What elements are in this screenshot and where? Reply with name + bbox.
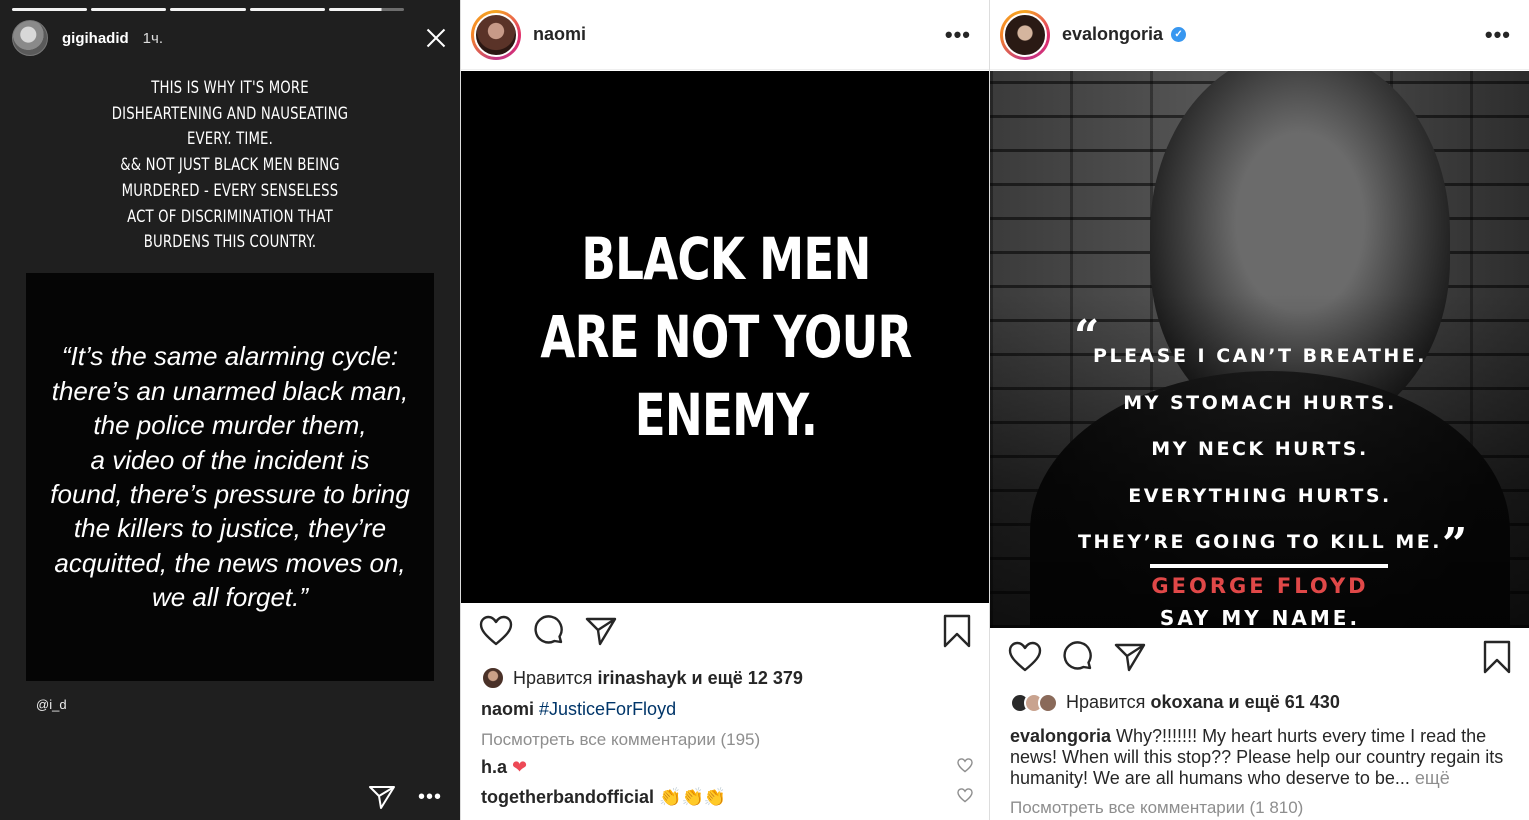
- story-progress-bar: [12, 8, 405, 11]
- progress-segment-current: [328, 8, 405, 11]
- avatar[interactable]: [1000, 9, 1050, 60]
- more-options-icon[interactable]: •••: [1485, 23, 1511, 46]
- caption-username[interactable]: evalongoria: [1010, 726, 1111, 746]
- post-caption: naomi #JusticeForFloyd: [481, 699, 969, 720]
- likes-label: Нравится: [513, 667, 593, 688]
- quote-text: “It’s the same alarming cycle: there’s a…: [50, 341, 410, 613]
- caption-username[interactable]: naomi: [481, 699, 534, 719]
- verified-badge-icon: ✓: [1171, 27, 1187, 42]
- progress-segment: [170, 8, 246, 11]
- avatar[interactable]: [481, 666, 505, 690]
- story-footer: •••: [368, 784, 442, 810]
- post-evalongoria: evalongoria ✓ ••• “ PLEASE I CAN’T BREAT…: [989, 0, 1529, 820]
- view-all-comments-link[interactable]: Посмотреть все комментарии (195): [481, 730, 760, 750]
- post-image: “ PLEASE I CAN’T BREATHE. MY STOMACH HUR…: [990, 71, 1529, 628]
- comment-row: h.a ❤: [481, 757, 973, 778]
- quote-line: MY STOMACH HURTS.: [1123, 391, 1397, 414]
- bookmark-icon[interactable]: [943, 614, 971, 648]
- progress-segment: [91, 8, 167, 11]
- story-username[interactable]: gigihadid: [62, 30, 129, 47]
- image-name: GEORGE FLOYD: [1151, 574, 1369, 598]
- comment-row: togetherbandofficial 👏👏👏: [481, 787, 973, 808]
- post-image: BLACK MEN ARE NOT YOUR ENEMY.: [461, 71, 989, 603]
- likes-count[interactable]: и ещё 12 379: [692, 668, 803, 689]
- post-actions: [461, 614, 989, 648]
- heart-icon[interactable]: [957, 757, 973, 778]
- heart-icon[interactable]: [479, 615, 513, 647]
- likes-label: Нравится: [1066, 692, 1146, 712]
- bookmark-icon[interactable]: [1483, 640, 1511, 674]
- story-mention[interactable]: @i_d: [36, 697, 67, 712]
- likes-row: Нравится irinashayk и ещё 12 379: [481, 666, 803, 690]
- more-options-icon[interactable]: •••: [418, 787, 442, 807]
- story-timestamp: 1ч.: [142, 29, 163, 47]
- post-header: evalongoria ✓ •••: [990, 0, 1529, 70]
- share-icon[interactable]: [1114, 642, 1146, 672]
- more-options-icon[interactable]: •••: [945, 23, 971, 46]
- likes-username[interactable]: okoxana: [1150, 692, 1223, 713]
- send-icon[interactable]: [368, 784, 396, 810]
- story-header: gigihadid 1ч.: [12, 20, 450, 56]
- comment-icon[interactable]: [533, 615, 565, 647]
- progress-segment: [249, 8, 325, 11]
- image-tagline: SAY MY NAME.: [1159, 606, 1361, 628]
- heart-icon[interactable]: [1008, 641, 1042, 673]
- quote-line: PLEASE I CAN’T BREATHE.: [1093, 345, 1427, 367]
- comment-username[interactable]: h.a: [481, 757, 507, 778]
- avatar[interactable]: [471, 9, 521, 60]
- avatar[interactable]: [1038, 692, 1058, 713]
- post-caption: evalongoria Why?!!!!!!! My heart hurts e…: [1010, 726, 1509, 789]
- comment-icon[interactable]: [1062, 641, 1094, 673]
- post-naomi: naomi ••• BLACK MEN ARE NOT YOUR ENEMY. …: [460, 0, 989, 820]
- quote-card: “It’s the same alarming cycle: there’s a…: [26, 273, 434, 681]
- close-icon[interactable]: [422, 24, 450, 52]
- divider: [1150, 564, 1388, 568]
- likes-row: Нравится okoxana и ещё 61 430: [1010, 692, 1340, 713]
- story-panel: gigihadid 1ч. THIS IS WHY IT'S MORE DISH…: [0, 0, 460, 820]
- post-username[interactable]: naomi: [533, 24, 586, 45]
- post-actions: [990, 640, 1529, 674]
- comment-username[interactable]: togetherbandofficial: [481, 787, 654, 808]
- share-icon[interactable]: [585, 616, 617, 646]
- caption-more-link[interactable]: ещё: [1415, 768, 1450, 788]
- progress-segment: [12, 8, 88, 11]
- hashtag-link[interactable]: #JusticeForFloyd: [539, 699, 676, 719]
- post-header: naomi •••: [461, 0, 989, 70]
- story-caption: THIS IS WHY IT'S MORE DISHEARTENING AND …: [111, 78, 349, 253]
- view-all-comments-link[interactable]: Посмотреть все комментарии (1 810): [1010, 798, 1303, 818]
- image-text: BLACK MEN ARE NOT YOUR ENEMY.: [539, 225, 912, 449]
- post-username[interactable]: evalongoria: [1062, 24, 1163, 45]
- close-quote-mark: ”: [1442, 519, 1468, 570]
- likes-count[interactable]: и ещё 61 430: [1229, 692, 1340, 713]
- quote-line: EVERYTHING HURTS.: [1128, 484, 1392, 507]
- quote-line: MY NECK HURTS.: [1151, 438, 1369, 460]
- comment-text: 👏👏👏: [659, 787, 727, 807]
- heart-icon[interactable]: [957, 787, 973, 808]
- comment-text: ❤: [512, 757, 528, 777]
- avatar[interactable]: [12, 20, 48, 56]
- likes-username[interactable]: irinashayk: [597, 668, 686, 689]
